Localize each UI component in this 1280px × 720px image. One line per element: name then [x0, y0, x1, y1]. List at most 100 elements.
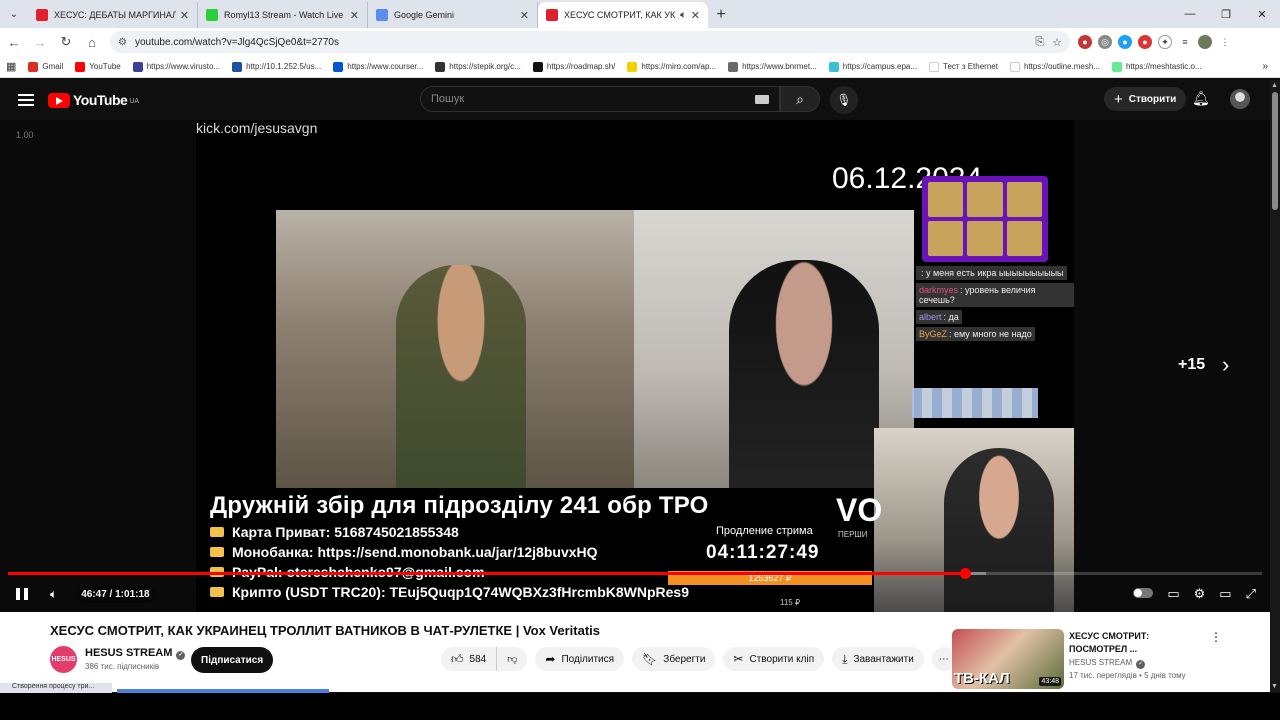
bookmark-item[interactable]: https://outline.mesh...: [1009, 61, 1100, 72]
scroll-down-icon[interactable]: ▼: [1271, 683, 1278, 690]
bookmark-item[interactable]: https://campus.epa...: [828, 61, 917, 72]
install-app-icon[interactable]: ⎘: [1035, 36, 1044, 49]
subscribe-button[interactable]: Підписатися: [191, 647, 274, 673]
back-button[interactable]: ←: [2, 30, 26, 54]
home-button[interactable]: ⌂: [80, 30, 104, 54]
chat-message: darkmyes: уровень величия сечешь?: [916, 283, 1074, 310]
progress-bar[interactable]: [8, 568, 1262, 579]
channel-name[interactable]: HESUS STREAM ✓: [85, 647, 186, 660]
bookmark-item[interactable]: YouTube: [75, 61, 121, 72]
save-button[interactable]: 🔖︎ Зберегти: [632, 647, 716, 671]
download-label: Завантажити: [853, 653, 914, 665]
browser-menu-icon[interactable]: ⋮: [1218, 35, 1232, 49]
bookmark-item[interactable]: Тест з Ethernet: [929, 61, 998, 72]
extension-2-icon[interactable]: ◎: [1098, 35, 1112, 49]
url-text[interactable]: youtube.com/watch?v=Jlg4QcSjQe0&t=2770s: [135, 37, 1027, 48]
tab-1[interactable]: Romyl13 Stream - Watch Live o ✕: [198, 2, 368, 28]
tab-2[interactable]: Google Gemini ✕: [368, 2, 538, 28]
bookmark-favicon-icon: [333, 61, 344, 72]
bookmark-item[interactable]: https://meshtastic.o...: [1112, 61, 1202, 72]
recommended-channel[interactable]: HESUS STREAM ✓: [1069, 658, 1146, 669]
bookmarks-overflow-icon[interactable]: »: [1262, 61, 1268, 72]
extension-1-icon[interactable]: ●: [1078, 35, 1092, 49]
scrollbar-thumb[interactable]: [1272, 92, 1278, 210]
chevron-right-icon[interactable]: ›: [1222, 352, 1229, 378]
subscriber-count: 386 тис. підписників: [85, 662, 160, 671]
youtube-logo[interactable]: YouTube UA: [48, 92, 139, 108]
page-scrollbar[interactable]: ▲ ▼: [1270, 80, 1280, 692]
recommended-thumbnail[interactable]: ТВ-КАЛ 43:48: [952, 629, 1064, 689]
notifications-bell-icon[interactable]: 🔔︎: [1192, 90, 1210, 107]
bookmark-star-icon[interactable]: ☆: [1052, 36, 1062, 49]
menu-hamburger-icon[interactable]: [18, 91, 34, 109]
account-avatar[interactable]: [1230, 89, 1250, 109]
pause-button[interactable]: [16, 588, 28, 600]
download-button[interactable]: ⤓ Завантажити: [832, 647, 924, 671]
like-button[interactable]: 👍︎ 584: [441, 647, 498, 671]
fullscreen-icon[interactable]: ⤢: [1246, 586, 1256, 602]
search-input[interactable]: Пошук: [420, 86, 780, 112]
keyboard-icon[interactable]: [755, 94, 769, 104]
bookmark-item[interactable]: http://10.1.252.5/us...: [232, 61, 321, 72]
dislike-button[interactable]: 👎︎: [497, 647, 528, 671]
tab-search-button[interactable]: ⌄: [0, 0, 28, 28]
search-button[interactable]: ⌕: [780, 86, 820, 112]
bookmark-item[interactable]: https://www.bnrmet...: [728, 61, 817, 72]
chat-user: albert: [919, 312, 942, 322]
scrubber-handle[interactable]: [959, 568, 971, 579]
share-icon: ➦: [545, 652, 556, 666]
extension-4-icon[interactable]: ●: [1138, 35, 1152, 49]
scroll-up-icon[interactable]: ▲: [1271, 82, 1278, 89]
video-frame[interactable]: kick.com/jesusavgn 06.12.2024 : у меня е…: [196, 120, 1074, 612]
minimize-button[interactable]: —: [1172, 0, 1208, 28]
tab-0[interactable]: ХЕСУС: ДЕБАТЫ МАРГИНАЛА С ✕: [28, 2, 198, 28]
tab-3[interactable]: ХЕСУС СМОТРИТ, КАК УКР 🔈︎ ✕: [538, 2, 708, 28]
bookmark-item[interactable]: https://miro.com/ap...: [627, 61, 716, 72]
bookmark-item[interactable]: https://www.virusto...: [132, 61, 220, 72]
speaker-icon[interactable]: 🔈︎: [680, 9, 687, 22]
forward-button[interactable]: →: [28, 30, 52, 54]
volume-icon[interactable]: 🔈︎: [50, 587, 57, 602]
reload-button[interactable]: ↻: [54, 30, 78, 54]
voice-search-icon[interactable]: 🎙: [830, 86, 858, 114]
create-button[interactable]: + Створити: [1104, 87, 1187, 111]
settings-gear-icon[interactable]: ⚙: [1194, 586, 1206, 602]
bookmark-favicon-icon: [627, 61, 638, 72]
profile-avatar-icon[interactable]: [1198, 35, 1212, 49]
bookmark-item[interactable]: https://roadmap.sh/: [532, 61, 615, 72]
close-tab-icon[interactable]: ✕: [180, 9, 189, 22]
media-control-icon[interactable]: ≡: [1178, 35, 1192, 49]
extensions-puzzle-icon[interactable]: ✦: [1158, 35, 1172, 49]
new-tab-button[interactable]: +: [708, 2, 734, 28]
clip-button[interactable]: ✂ Створити кліп: [723, 647, 825, 671]
channel-avatar[interactable]: HESUS: [50, 646, 77, 673]
chat-text: : у меня есть икра ыыыыыыыыыы: [921, 268, 1064, 278]
close-tab-icon[interactable]: ✕: [350, 9, 359, 22]
video-player[interactable]: 1.00 kick.com/jesusavgn 06.12.2024 : у м…: [0, 120, 1270, 612]
bookmark-favicon-icon: [929, 61, 940, 72]
restore-button[interactable]: ❐: [1208, 0, 1244, 28]
bookmark-item[interactable]: https://www.courser...: [333, 61, 423, 72]
address-bar[interactable]: ⚙ youtube.com/watch?v=Jlg4QcSjQe0&t=2770…: [110, 31, 1070, 53]
autoplay-toggle[interactable]: [1133, 588, 1154, 598]
recommended-title[interactable]: ХЕСУС СМОТРИТ: ПОСМОТРЕЛ ...: [1069, 630, 1209, 656]
bookmark-item[interactable]: Gmail: [28, 61, 63, 72]
extensions-area: ● ◎ ● ● ✦ ≡ ⋮: [1078, 35, 1232, 49]
close-window-button[interactable]: ✕: [1244, 0, 1280, 28]
bookmark-item[interactable]: https://stepik.org/c...: [435, 61, 521, 72]
theater-mode-icon[interactable]: ▭: [1219, 586, 1231, 602]
bookmark-favicon-icon: [532, 61, 543, 72]
close-tab-icon[interactable]: ✕: [691, 9, 700, 22]
recommended-channel-text[interactable]: HESUS STREAM: [1069, 658, 1132, 667]
apps-grid-icon[interactable]: ▦: [6, 60, 16, 73]
channel-name-text[interactable]: HESUS STREAM: [85, 647, 172, 659]
recommended-menu-icon[interactable]: ⋮: [1210, 630, 1222, 644]
site-info-icon[interactable]: ⚙: [118, 37, 127, 48]
player-right-controls: ▭ ⚙ ▭ ⤢: [1133, 586, 1256, 602]
close-tab-icon[interactable]: ✕: [520, 9, 529, 22]
player-controls: 🔈︎ 46:47 / 1:01:18 ▭ ⚙ ▭ ⤢: [0, 580, 1270, 608]
extension-3-icon[interactable]: ●: [1118, 35, 1132, 49]
more-suggestions-count[interactable]: +15: [1178, 356, 1205, 374]
share-button[interactable]: ➦ Поділитися: [535, 647, 625, 671]
subtitles-icon[interactable]: ▭: [1167, 586, 1179, 602]
